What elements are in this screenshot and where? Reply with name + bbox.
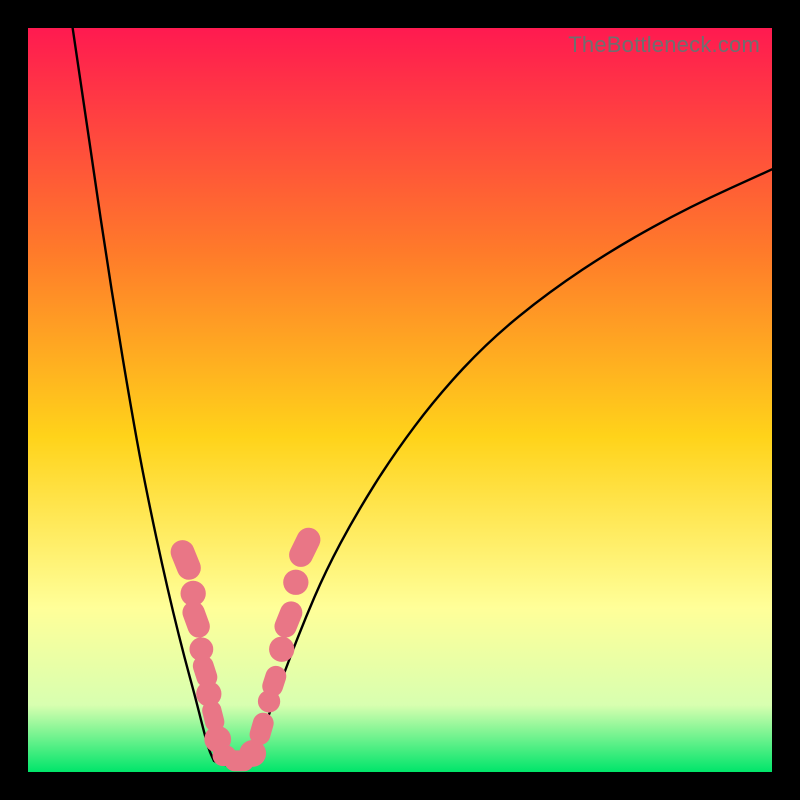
marker-circle	[283, 570, 308, 595]
plot-frame: TheBottleneck.com	[28, 28, 772, 772]
chart-svg	[28, 28, 772, 772]
gradient-background	[28, 28, 772, 772]
watermark-text: TheBottleneck.com	[568, 32, 760, 58]
marker-circle	[269, 637, 294, 662]
